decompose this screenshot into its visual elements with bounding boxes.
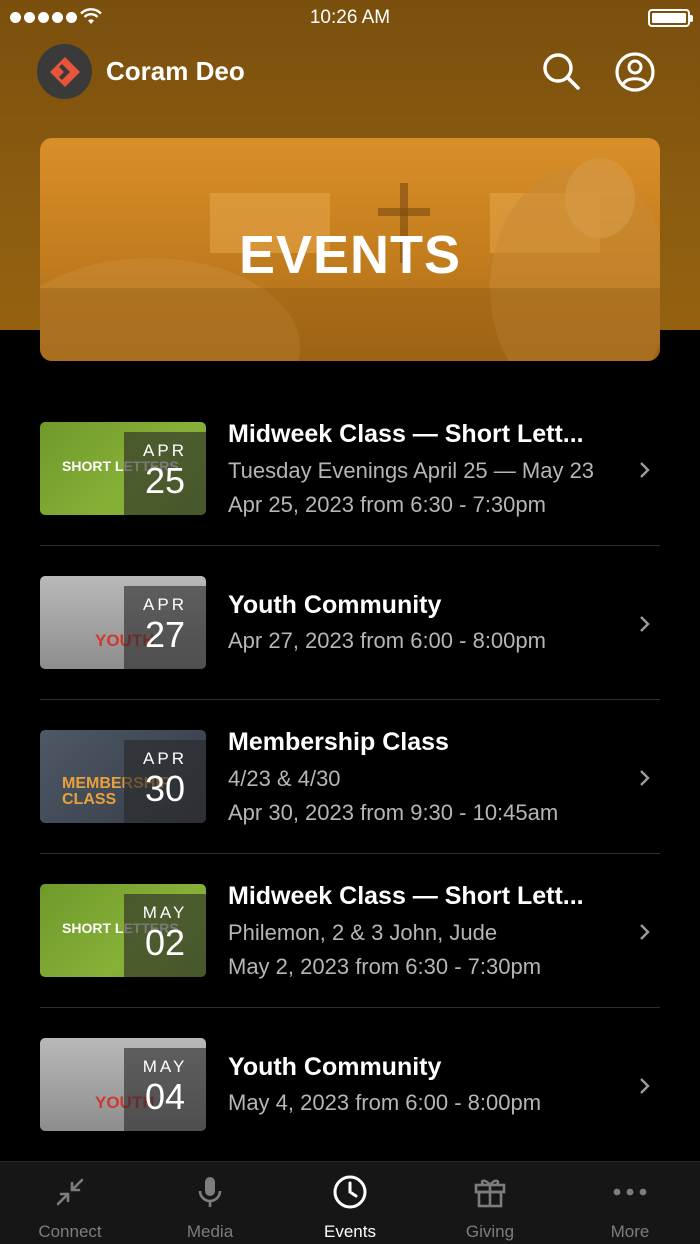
date-badge: APR 25 — [124, 432, 206, 515]
date-month: APR — [143, 749, 187, 768]
date-month: MAY — [142, 1057, 188, 1076]
gift-icon — [474, 1179, 506, 1208]
chevron-right-icon — [640, 616, 650, 632]
event-datetime: Apr 25, 2023 from 6:30 - 7:30pm — [228, 492, 546, 517]
event-datetime: May 4, 2023 from 6:00 - 8:00pm — [228, 1090, 542, 1115]
event-thumbnail: YOUTH MAY 04 — [40, 1038, 206, 1131]
date-day: 25 — [144, 460, 186, 501]
date-month: APR — [143, 595, 187, 614]
event-row[interactable]: YOUTH APR 27 Youth Community Apr 27, 202… — [40, 546, 660, 700]
event-datetime: Apr 27, 2023 from 6:00 - 8:00pm — [228, 628, 546, 653]
microphone-icon — [198, 1177, 222, 1207]
date-day: 04 — [144, 1076, 186, 1117]
tab-connect[interactable]: Connect — [0, 1162, 140, 1244]
chevron-right-icon — [640, 462, 650, 478]
tab-more[interactable]: More — [560, 1162, 700, 1244]
event-title: Midweek Class — Short Lett... — [228, 420, 584, 448]
event-thumbnail: SHORT LETTERS APR 25 — [40, 422, 206, 515]
app-logo[interactable] — [37, 44, 92, 99]
events-hero-banner: EVENTS — [40, 138, 660, 361]
tab-label: Events — [324, 1222, 376, 1241]
date-day: 02 — [144, 922, 186, 963]
event-title: Midweek Class — Short Lett... — [228, 882, 584, 910]
status-time: 10:26 AM — [309, 7, 391, 28]
tab-label: Media — [186, 1222, 234, 1241]
clock-icon — [333, 1175, 367, 1209]
logo-icon — [49, 56, 80, 87]
event-datetime: Apr 30, 2023 from 9:30 - 10:45am — [228, 800, 559, 825]
battery-icon — [648, 9, 693, 27]
date-month: APR — [143, 441, 187, 460]
hero-title: EVENTS — [238, 225, 462, 285]
event-row[interactable]: MEMBERSHIP CLASS APR 30 Membership Class… — [40, 700, 660, 854]
tab-giving[interactable]: Giving — [420, 1162, 560, 1244]
app-header: Coram Deo — [0, 40, 700, 104]
date-badge: APR 30 — [124, 740, 206, 823]
tab-bar: Connect Media Events Giving More — [0, 1161, 700, 1244]
event-thumbnail: YOUTH APR 27 — [40, 576, 206, 669]
tab-label: Giving — [465, 1222, 515, 1241]
event-title: Membership Class — [228, 728, 449, 756]
chevron-right-icon — [640, 924, 650, 940]
date-day: 27 — [144, 614, 186, 655]
event-row[interactable]: YOUTH MAY 04 Youth Community May 4, 2023… — [40, 1008, 660, 1162]
event-thumbnail: MEMBERSHIP CLASS APR 30 — [40, 730, 206, 823]
status-bar: 10:26 AM — [0, 0, 700, 36]
date-day: 30 — [144, 768, 186, 809]
ellipsis-icon — [613, 1188, 647, 1196]
event-row[interactable]: SHORT LETTERS APR 25 Midweek Class — Sho… — [40, 392, 660, 546]
date-month: MAY — [142, 903, 188, 922]
profile-icon[interactable] — [614, 51, 656, 93]
event-title: Youth Community — [228, 591, 442, 619]
chevron-right-icon — [640, 770, 650, 786]
tab-label: Connect — [38, 1222, 102, 1241]
event-datetime: May 2, 2023 from 6:30 - 7:30pm — [228, 954, 542, 979]
chevron-right-icon — [640, 1078, 650, 1094]
event-row[interactable]: SHORT LETTERS MAY 02 Midweek Class — Sho… — [40, 854, 660, 1008]
event-list: SHORT LETTERS APR 25 Midweek Class — Sho… — [40, 392, 660, 1162]
event-thumbnail: SHORT LETTERS MAY 02 — [40, 884, 206, 977]
event-subtitle: Philemon, 2 & 3 John, Jude — [228, 920, 498, 945]
date-badge: APR 27 — [124, 586, 206, 669]
arrows-in-icon — [56, 1178, 84, 1206]
event-subtitle: Tuesday Evenings April 25 — May 23 — [228, 458, 595, 483]
app-title: Coram Deo — [106, 56, 245, 86]
event-title: Youth Community — [228, 1053, 442, 1081]
event-subtitle: 4/23 & 4/30 — [228, 766, 341, 791]
tab-media[interactable]: Media — [140, 1162, 280, 1244]
date-badge: MAY 04 — [124, 1048, 206, 1131]
tab-events[interactable]: Events — [280, 1162, 420, 1244]
tab-label: More — [610, 1222, 650, 1241]
date-badge: MAY 02 — [124, 894, 206, 977]
search-icon[interactable] — [541, 51, 581, 91]
